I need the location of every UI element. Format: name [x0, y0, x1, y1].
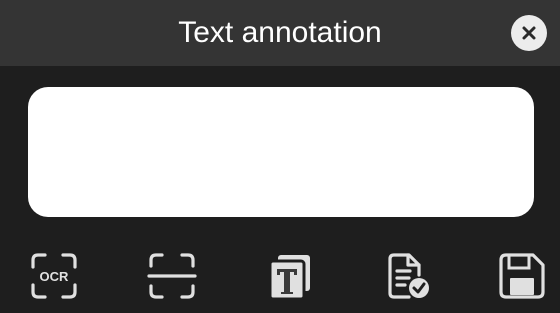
scan-frame-button[interactable] [144, 248, 200, 304]
text-format-icon [268, 255, 310, 301]
document-check-icon [388, 253, 429, 299]
ocr-button[interactable]: OCR [26, 248, 82, 304]
text-format-button[interactable] [262, 248, 318, 304]
scan-frame-icon [147, 253, 197, 299]
close-icon [522, 26, 536, 40]
ocr-label: OCR [40, 269, 70, 284]
dialog-title: Text annotation [178, 16, 382, 49]
annotation-text-input[interactable] [28, 87, 534, 217]
annotation-toolbar: OCR [0, 248, 560, 308]
save-icon [499, 253, 545, 299]
ocr-scan-icon: OCR [31, 253, 77, 299]
close-button[interactable] [511, 15, 547, 51]
document-check-button[interactable] [380, 248, 436, 304]
text-annotation-dialog: Text annotation OCR [0, 0, 560, 313]
dialog-header: Text annotation [0, 0, 560, 66]
save-button[interactable] [494, 248, 550, 304]
